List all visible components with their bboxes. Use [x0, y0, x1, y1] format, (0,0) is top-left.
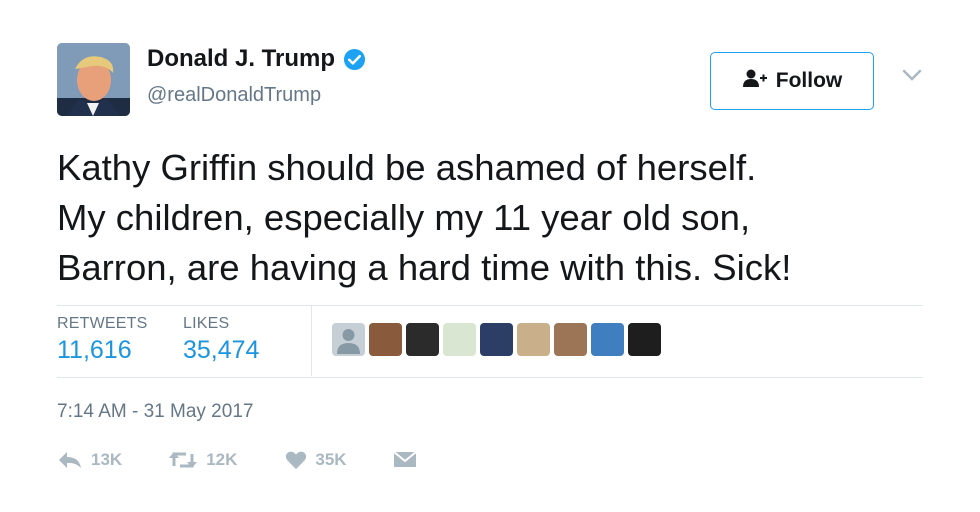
envelope-icon [392, 450, 417, 470]
retweet-button[interactable]: 12K [168, 450, 237, 470]
display-name-text[interactable]: Donald J. Trump [147, 45, 335, 73]
tweet-line: My children, especially my 11 year old s… [57, 197, 751, 238]
display-name[interactable]: Donald J. Trump [147, 45, 366, 73]
default-avatar-icon[interactable] [332, 323, 365, 356]
likes-label: LIKES [183, 315, 230, 332]
retweets-stat[interactable]: RETWEETS 11,616 [57, 315, 148, 365]
profile-avatar[interactable] [57, 43, 130, 116]
verified-badge-icon [343, 48, 366, 71]
direct-message-button[interactable] [392, 450, 417, 470]
reply-count: 13K [91, 450, 123, 469]
liker-avatar[interactable] [443, 323, 476, 356]
like-count: 35K [315, 450, 347, 469]
follow-button[interactable]: Follow [710, 52, 874, 110]
retweets-count: 11,616 [57, 336, 132, 364]
retweet-count: 12K [206, 450, 238, 469]
liker-avatar[interactable] [369, 323, 402, 356]
liker-avatar[interactable] [517, 323, 550, 356]
user-handle[interactable]: @realDonaldTrump [147, 84, 321, 107]
tweet-timestamp[interactable]: 7:14 AM - 31 May 2017 [57, 401, 253, 423]
tweet-actions: 13K 12K 35K [57, 450, 417, 470]
heart-icon [285, 450, 307, 470]
chevron-down-icon[interactable] [902, 68, 922, 82]
liker-avatar[interactable] [591, 323, 624, 356]
likes-stat[interactable]: LIKES 35,474 [183, 315, 259, 365]
follow-label: Follow [775, 69, 843, 92]
reply-button[interactable]: 13K [57, 450, 122, 470]
tweet-line: Kathy Griffin should be ashamed of herse… [57, 147, 757, 188]
stats-separator [311, 306, 312, 376]
tweet-text: Kathy Griffin should be ashamed of herse… [57, 143, 937, 293]
tweet-stats: RETWEETS 11,616 LIKES 35,474 [57, 306, 923, 376]
retweet-icon [168, 450, 198, 470]
liker-avatar[interactable] [480, 323, 513, 356]
liker-avatar[interactable] [628, 323, 661, 356]
divider [57, 377, 923, 378]
tweet-line: Barron, are having a hard time with this… [57, 247, 792, 288]
like-button[interactable]: 35K [285, 450, 347, 470]
likers-list [332, 323, 661, 356]
retweets-label: RETWEETS [57, 315, 148, 332]
add-user-icon [742, 68, 768, 94]
liker-avatar[interactable] [554, 323, 587, 356]
reply-icon [57, 450, 83, 470]
likes-count: 35,474 [183, 336, 260, 364]
liker-avatar[interactable] [406, 323, 439, 356]
